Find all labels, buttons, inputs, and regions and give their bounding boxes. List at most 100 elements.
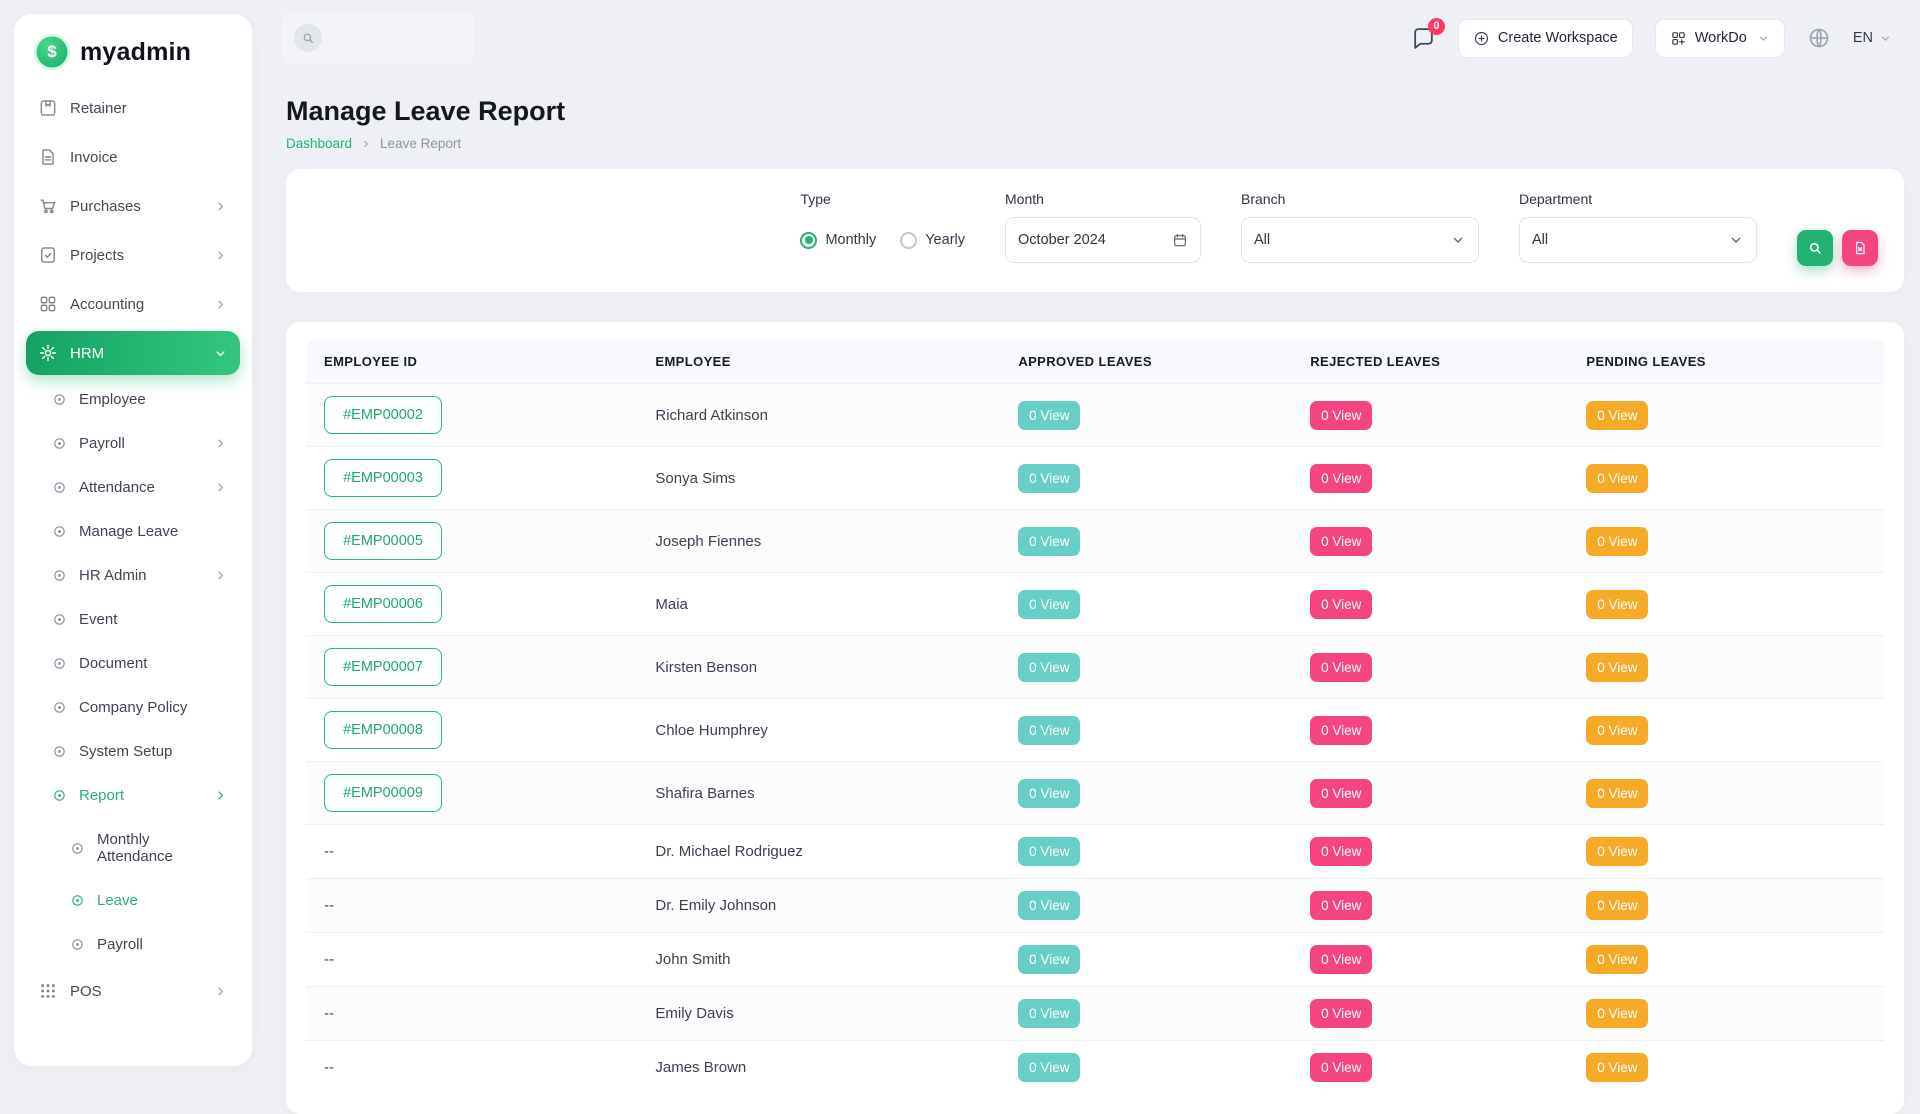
approved-leaves-badge[interactable]: 0 View [1018,778,1081,808]
search-icon [294,24,322,52]
sidebar-item-attendance[interactable]: Attendance [26,468,240,507]
sidebar-item-projects[interactable]: Projects [26,233,240,277]
pending-leaves-badge[interactable]: 0 View [1586,945,1649,974]
sidebar-item-system-setup[interactable]: System Setup [26,732,240,771]
brand-logo[interactable]: $ myadmin [26,28,240,86]
employee-id-button[interactable]: #EMP00009 [324,774,442,812]
chevron-right-icon [213,248,228,263]
approved-leaves-badge[interactable]: 0 View [1018,891,1081,920]
month-input[interactable]: October 2024 [1005,217,1201,263]
sidebar-item-manage-leave[interactable]: Manage Leave [26,512,240,551]
approved-leaves-badge[interactable]: 0 View [1018,945,1081,974]
bullet-icon [70,841,85,856]
rejected-leaves-badge[interactable]: 0 View [1310,945,1373,974]
chevron-right-icon [213,199,228,214]
sidebar-item-label: System Setup [79,743,173,760]
messages-button[interactable]: 0 [1411,17,1445,51]
rejected-leaves-badge[interactable]: 0 View [1310,1053,1373,1082]
branch-filter-group: Branch All [1241,191,1479,263]
employee-name: Kirsten Benson [637,635,1001,699]
pending-leaves-badge[interactable]: 0 View [1586,778,1649,808]
globe-icon[interactable] [1807,26,1831,50]
sidebar-item-report-payroll[interactable]: Payroll [26,925,240,964]
main-content: Manage Leave Report Dashboard Leave Repo… [286,96,1904,1114]
approved-leaves-badge[interactable]: 0 View [1018,589,1081,619]
chevron-down-icon [213,346,228,361]
employee-name: Sonya Sims [637,446,1001,510]
sidebar-item-monthly-attendance[interactable]: Monthly Attendance [26,820,240,876]
rejected-leaves-badge[interactable]: 0 View [1310,837,1373,866]
pending-leaves-badge[interactable]: 0 View [1586,652,1649,682]
pending-leaves-badge[interactable]: 0 View [1586,526,1649,556]
rejected-leaves-badge[interactable]: 0 View [1310,589,1373,619]
sidebar-item-hrm[interactable]: HRM [26,331,240,375]
rejected-leaves-badge[interactable]: 0 View [1310,891,1373,920]
sidebar-item-payroll[interactable]: Payroll [26,424,240,463]
sidebar-item-event[interactable]: Event [26,600,240,639]
rejected-leaves-badge[interactable]: 0 View [1310,715,1373,745]
language-selector[interactable]: EN [1853,30,1892,46]
employee-name: Maia [637,572,1001,636]
workspace-grid-icon [1670,30,1687,47]
reset-filter-button[interactable] [1842,230,1878,266]
branch-select[interactable]: All [1241,217,1479,263]
sidebar-item-pos[interactable]: POS [26,969,240,1013]
approved-leaves-badge[interactable]: 0 View [1018,463,1081,493]
employee-id-button[interactable]: #EMP00007 [324,648,442,686]
bullet-icon [52,392,67,407]
pending-leaves-badge[interactable]: 0 View [1586,589,1649,619]
search-input[interactable] [282,11,474,65]
sidebar-item-employee[interactable]: Employee [26,380,240,419]
sidebar-item-leave[interactable]: Leave [26,881,240,920]
pending-leaves-badge[interactable]: 0 View [1586,999,1649,1028]
yearly-radio[interactable]: Yearly [900,231,965,249]
rejected-leaves-badge[interactable]: 0 View [1310,999,1373,1028]
column-employee: EMPLOYEE [637,340,1001,384]
sidebar-item-label: Invoice [70,148,118,166]
employee-id-button[interactable]: #EMP00002 [324,396,442,434]
sidebar-item-retainer[interactable]: Retainer [26,86,240,130]
pending-leaves-badge[interactable]: 0 View [1586,400,1649,430]
sidebar-item-company-policy[interactable]: Company Policy [26,688,240,727]
workspace-switcher-button[interactable]: WorkDo [1654,18,1785,58]
rejected-leaves-badge[interactable]: 0 View [1310,778,1373,808]
employee-id-button[interactable]: #EMP00008 [324,711,442,749]
approved-leaves-badge[interactable]: 0 View [1018,526,1081,556]
rejected-leaves-badge[interactable]: 0 View [1310,526,1373,556]
employee-name: John Smith [637,932,1001,987]
monthly-radio[interactable]: Monthly [800,231,876,249]
sidebar-item-document[interactable]: Document [26,644,240,683]
chevron-right-icon [213,480,228,495]
approved-leaves-badge[interactable]: 0 View [1018,999,1081,1028]
rejected-leaves-badge[interactable]: 0 View [1310,463,1373,493]
breadcrumb-dashboard-link[interactable]: Dashboard [286,136,352,151]
pending-leaves-badge[interactable]: 0 View [1586,837,1649,866]
department-value: All [1532,232,1549,248]
sidebar-item-report[interactable]: Report [26,776,240,815]
approved-leaves-badge[interactable]: 0 View [1018,715,1081,745]
sidebar-item-hr-admin[interactable]: HR Admin [26,556,240,595]
pending-leaves-badge[interactable]: 0 View [1586,1053,1649,1082]
department-select[interactable]: All [1519,217,1757,263]
apply-filter-button[interactable] [1797,230,1833,266]
rejected-leaves-badge[interactable]: 0 View [1310,652,1373,682]
employee-id-button[interactable]: #EMP00003 [324,459,442,497]
page-title: Manage Leave Report [286,96,566,126]
language-code: EN [1852,30,1873,46]
approved-leaves-badge[interactable]: 0 View [1018,400,1081,430]
sidebar-item-purchases[interactable]: Purchases [26,184,240,228]
approved-leaves-badge[interactable]: 0 View [1018,652,1081,682]
employee-id-button[interactable]: #EMP00006 [324,585,442,623]
retainer-icon [38,98,58,118]
pending-leaves-badge[interactable]: 0 View [1586,463,1649,493]
dollar-logo-icon: $ [34,34,70,70]
employee-id-button[interactable]: #EMP00005 [324,522,442,560]
sidebar-item-accounting[interactable]: Accounting [26,282,240,326]
approved-leaves-badge[interactable]: 0 View [1018,837,1081,866]
create-workspace-button[interactable]: Create Workspace [1457,18,1633,58]
approved-leaves-badge[interactable]: 0 View [1018,1053,1081,1082]
pending-leaves-badge[interactable]: 0 View [1586,891,1649,920]
sidebar-item-invoice[interactable]: Invoice [26,135,240,179]
rejected-leaves-badge[interactable]: 0 View [1310,400,1373,430]
pending-leaves-badge[interactable]: 0 View [1586,715,1649,745]
